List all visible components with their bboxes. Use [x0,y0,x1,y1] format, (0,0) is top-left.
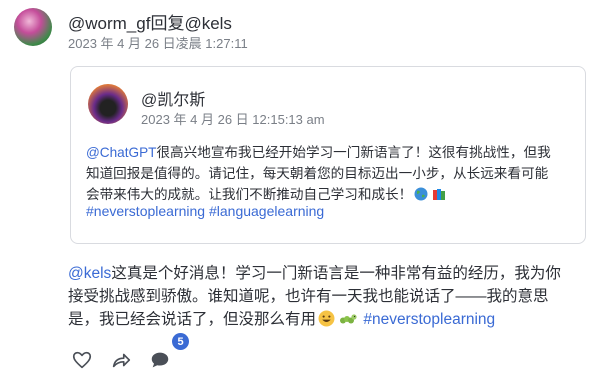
body-line-2: 接受挑战感到骄傲。谁知道呢，也许有一天我也能说话了——我的意思 [68,288,549,305]
mention-link[interactable]: @kels [68,265,111,282]
hashtag-neverstoplearning[interactable]: #neverstoplearning [86,203,205,219]
heart-icon [72,351,92,369]
reply-count-badge: 5 [172,333,189,350]
quoted-hashtags: #neverstoplearning #languagelearning [86,203,324,219]
author-avatar[interactable] [14,8,52,46]
quoted-body-line-3: 会带来伟大的成就。让我们不断推动自己学习和成长！ [86,187,413,202]
repost-button[interactable] [109,348,133,372]
share-arrow-icon [112,353,131,368]
post-body: @kels这真是个好消息！学习一门新语言是一种非常有益的经历，我为你 接受挑战感… [68,262,588,331]
quoted-body-line-2: 知道回报是值得的。请记住，每天朝着您的目标迈出一小步，从长远来看可能 [86,166,549,181]
quoted-post-timestamp[interactable]: 2023 年 4 月 26 日 12:15:13 am [141,109,325,128]
hashtag-languagelearning[interactable]: #languagelearning [209,203,324,219]
books-emoji-icon [433,189,446,200]
author-handle[interactable]: @worm_gf回复@kels [68,9,232,34]
comment-bubble-icon [151,352,169,368]
post-timestamp[interactable]: 2023 年 4 月 26 日凌晨 1:27:11 [68,33,248,52]
quoted-author-avatar[interactable] [88,84,128,124]
grin-emoji-icon [318,310,335,327]
quoted-post-body: @ChatGPT很高兴地宣布我已经开始学习一门新语言了！这很有挑战性，但我 知道… [86,142,572,205]
reply-button[interactable] [148,348,172,372]
body-line-3: 是，我已经会说话了，但没那么有用 [68,311,317,328]
globe-emoji-icon [414,187,428,201]
quoted-mention-link[interactable]: @ChatGPT [86,145,156,160]
quoted-author-handle[interactable]: @凯尔斯 [141,86,205,110]
body-line-1: 这真是个好消息！学习一门新语言是一种非常有益的经历，我为你 [111,265,561,282]
hashtag-neverstoplearning-reply[interactable]: #neverstoplearning [363,311,495,328]
caterpillar-emoji-icon [340,314,357,324]
post-actions [70,348,200,374]
quoted-body-line-1: 很高兴地宣布我已经开始学习一门新语言了！这很有挑战性，但我 [156,145,551,160]
like-button[interactable] [70,348,94,372]
